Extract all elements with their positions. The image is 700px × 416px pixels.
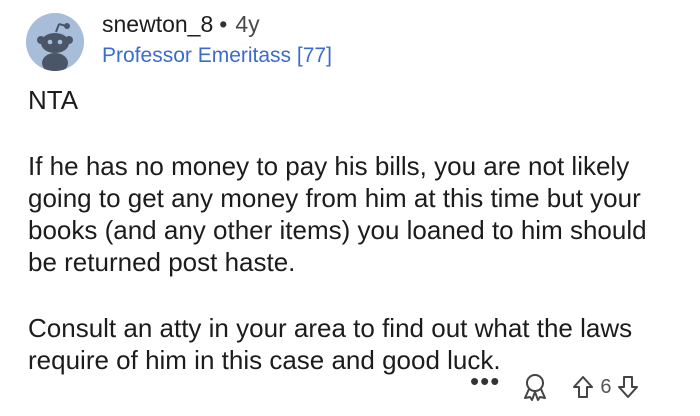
avatar[interactable] [26, 13, 84, 71]
meta-separator: • [219, 11, 228, 37]
author-username[interactable]: snewton_8 [102, 11, 213, 37]
upvote-arrow-icon[interactable] [572, 375, 594, 399]
comment-paragraph: Consult an atty in your area to find out… [28, 313, 633, 375]
snoo-avatar-icon [26, 13, 84, 71]
comment-paragraph: If he has no money to pay his bills, you… [28, 151, 647, 277]
comment-actions: ••• 6 [470, 368, 639, 404]
author-line: snewton_8 • 4y [102, 9, 332, 39]
vote-score: 6 [600, 375, 612, 398]
comment-meta: snewton_8 • 4y Professor Emeritass [77] [102, 9, 332, 70]
comment: snewton_8 • 4y Professor Emeritass [77] NT… [0, 0, 700, 416]
comment-age: 4y [235, 11, 260, 37]
user-flair: Professor Emeritass [77] [102, 44, 332, 67]
comment-paragraph: NTA [28, 85, 79, 115]
more-options-icon[interactable]: ••• [470, 368, 500, 394]
downvote-arrow-icon[interactable] [617, 375, 639, 399]
comment-body: NTA If he has no money to pay his bills,… [28, 84, 678, 376]
award-icon[interactable] [522, 373, 548, 401]
